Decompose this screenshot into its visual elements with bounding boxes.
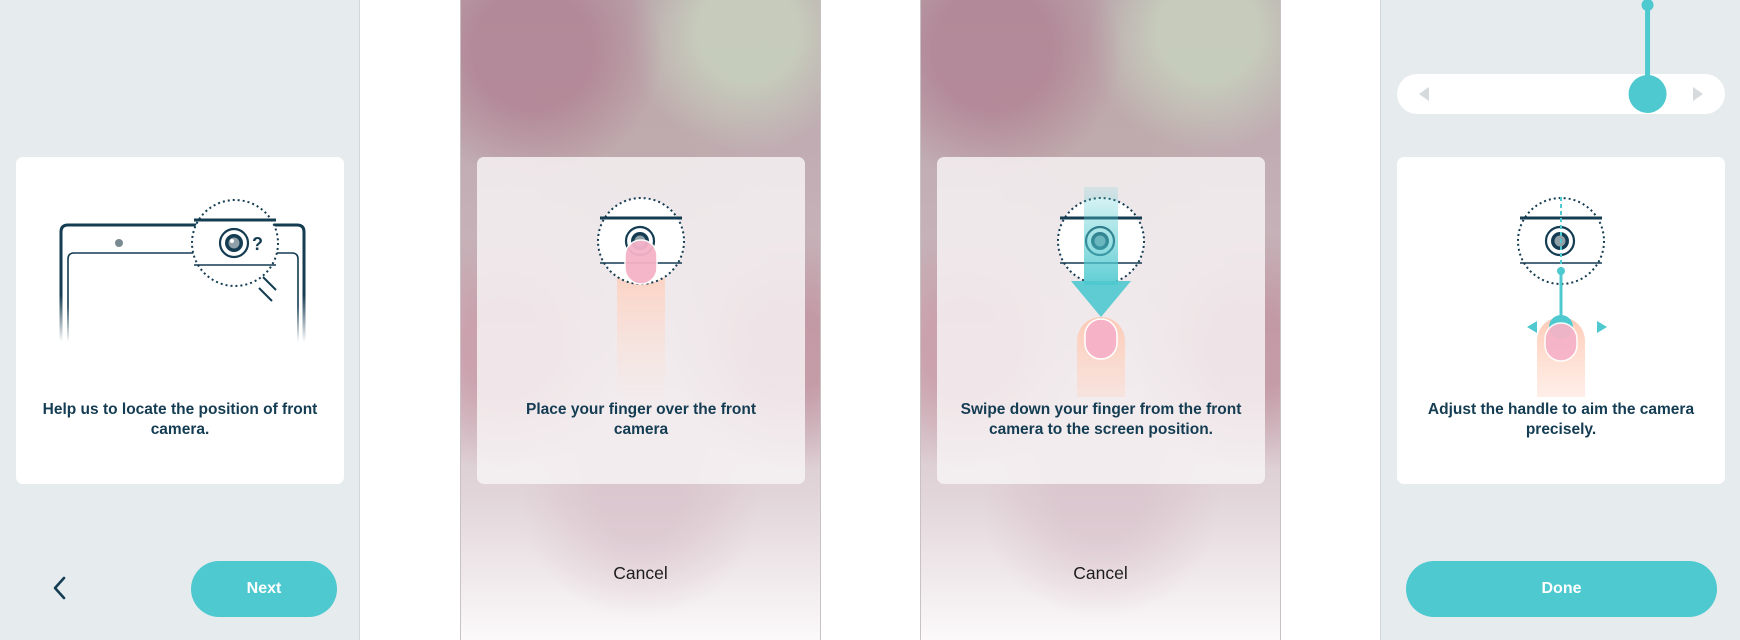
chevron-left-icon [53, 576, 66, 600]
position-slider[interactable] [1397, 74, 1725, 114]
help-question-mark: ? [252, 234, 263, 254]
instruction-card: ? Help us to locate the position of fron… [16, 157, 344, 484]
finger-on-camera-illustration [597, 197, 685, 397]
back-button[interactable] [44, 572, 76, 604]
instruction-card: Adjust the handle to aim the camera prec… [1397, 157, 1725, 484]
swipe-down-illustration [1057, 187, 1145, 397]
triangle-left-icon[interactable] [1415, 83, 1433, 105]
cancel-button[interactable]: Cancel [461, 563, 820, 584]
phone-camera-illustration: ? [59, 199, 306, 342]
screen-place-finger: Place your finger over the front camera … [460, 0, 821, 640]
instruction-text: Place your finger over the front camera [526, 401, 756, 438]
instruction-text: Adjust the handle to aim the camera prec… [1427, 401, 1695, 438]
instruction-card: Swipe down your finger from the front ca… [937, 157, 1265, 484]
screen-swipe-finger: Swipe down your finger from the front ca… [920, 0, 1281, 640]
instruction-card: Place your finger over the front camera [477, 157, 805, 484]
done-button[interactable]: Done [1406, 561, 1717, 617]
instruction-text: Help us to locate the position of front … [42, 401, 318, 438]
screen-locate-camera: ? Help us to locate the position of fron… [0, 0, 360, 640]
next-button[interactable]: Next [191, 561, 337, 617]
triangle-right-icon[interactable] [1689, 83, 1707, 105]
instruction-text: Swipe down your finger from the front ca… [960, 401, 1242, 438]
cancel-button[interactable]: Cancel [921, 563, 1280, 584]
adjust-handle-illustration [1517, 197, 1607, 397]
screen-adjust-handle: Adjust the handle to aim the camera prec… [1380, 0, 1740, 640]
